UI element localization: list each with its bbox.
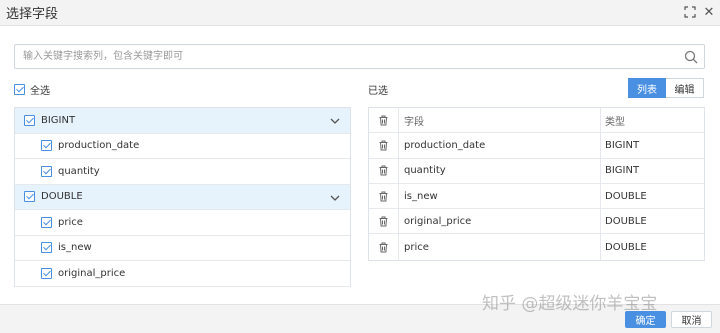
row-field-type: BIGINT — [605, 139, 640, 151]
close-icon[interactable]: ✕ — [701, 3, 717, 21]
trash-icon[interactable] — [369, 108, 399, 133]
selected-title: 已选 — [368, 86, 388, 97]
trash-icon[interactable] — [369, 209, 399, 234]
select-all[interactable]: 全选 — [14, 82, 50, 97]
field-row[interactable]: is_new — [15, 236, 350, 261]
field-label: is_new — [58, 242, 92, 254]
expand-icon[interactable] — [682, 3, 698, 21]
select-all-checkbox[interactable] — [14, 84, 25, 95]
group-label: BIGINT — [41, 114, 76, 126]
selected-fields-table: 字段 类型 production_date BIGINT quantity BI… — [368, 107, 705, 261]
row-field-name: production_date — [399, 133, 601, 158]
confirm-button[interactable]: 确定 — [625, 311, 666, 328]
search-box — [14, 44, 705, 69]
select-all-label: 全选 — [30, 86, 50, 97]
row-field-name: is_new — [399, 183, 601, 209]
field-label: production_date — [58, 140, 140, 152]
field-checkbox[interactable] — [41, 216, 52, 228]
search-icon[interactable] — [684, 50, 698, 64]
chevron-down-icon[interactable] — [330, 116, 340, 126]
table-row: is_new DOUBLE — [369, 183, 704, 210]
search-input[interactable] — [23, 48, 673, 65]
field-checkbox[interactable] — [41, 267, 52, 279]
tab-list[interactable]: 列表 — [628, 78, 666, 98]
row-field-name: price — [399, 234, 601, 260]
field-tree: BIGINT production_date quantity DOUBLE p… — [14, 107, 351, 287]
field-row[interactable]: production_date — [15, 134, 350, 159]
tab-edit[interactable]: 编辑 — [666, 78, 704, 98]
row-field-type: DOUBLE — [605, 190, 647, 202]
group-row-bigint[interactable]: BIGINT — [15, 108, 350, 134]
group-checkbox[interactable] — [24, 191, 35, 203]
field-row[interactable]: price — [15, 210, 350, 236]
dialog-title: 选择字段 — [6, 7, 59, 22]
row-field-name: quantity — [399, 158, 601, 183]
table-row: quantity BIGINT — [369, 158, 704, 184]
field-label: price — [58, 216, 83, 228]
field-row[interactable]: original_price — [15, 261, 350, 287]
field-checkbox[interactable] — [41, 140, 52, 152]
table-row: price DOUBLE — [369, 234, 704, 260]
field-checkbox[interactable] — [41, 242, 52, 254]
field-row[interactable]: quantity — [15, 159, 350, 185]
trash-icon[interactable] — [369, 234, 399, 260]
cancel-button[interactable]: 取消 — [671, 311, 712, 328]
field-label: original_price — [58, 267, 126, 279]
dialog-titlebar: 选择字段 ✕ — [0, 0, 720, 26]
group-label: DOUBLE — [41, 191, 83, 203]
field-checkbox[interactable] — [41, 165, 52, 177]
chevron-down-icon[interactable] — [330, 193, 340, 203]
table-row: original_price DOUBLE — [369, 209, 704, 235]
trash-icon[interactable] — [369, 183, 399, 209]
row-field-type: DOUBLE — [605, 215, 647, 227]
field-label: quantity — [58, 165, 100, 177]
group-row-double[interactable]: DOUBLE — [15, 184, 350, 210]
table-header: 字段 类型 — [369, 108, 704, 134]
row-field-name: original_price — [399, 209, 601, 234]
table-row: production_date BIGINT — [369, 133, 704, 159]
column-header-name: 字段 — [399, 108, 601, 133]
trash-icon[interactable] — [369, 133, 399, 158]
group-checkbox[interactable] — [24, 114, 35, 126]
view-tabs: 列表 编辑 — [628, 78, 704, 98]
row-field-type: DOUBLE — [605, 241, 647, 253]
column-header-type: 类型 — [605, 116, 625, 128]
trash-icon[interactable] — [369, 158, 399, 183]
row-field-type: BIGINT — [605, 165, 640, 177]
